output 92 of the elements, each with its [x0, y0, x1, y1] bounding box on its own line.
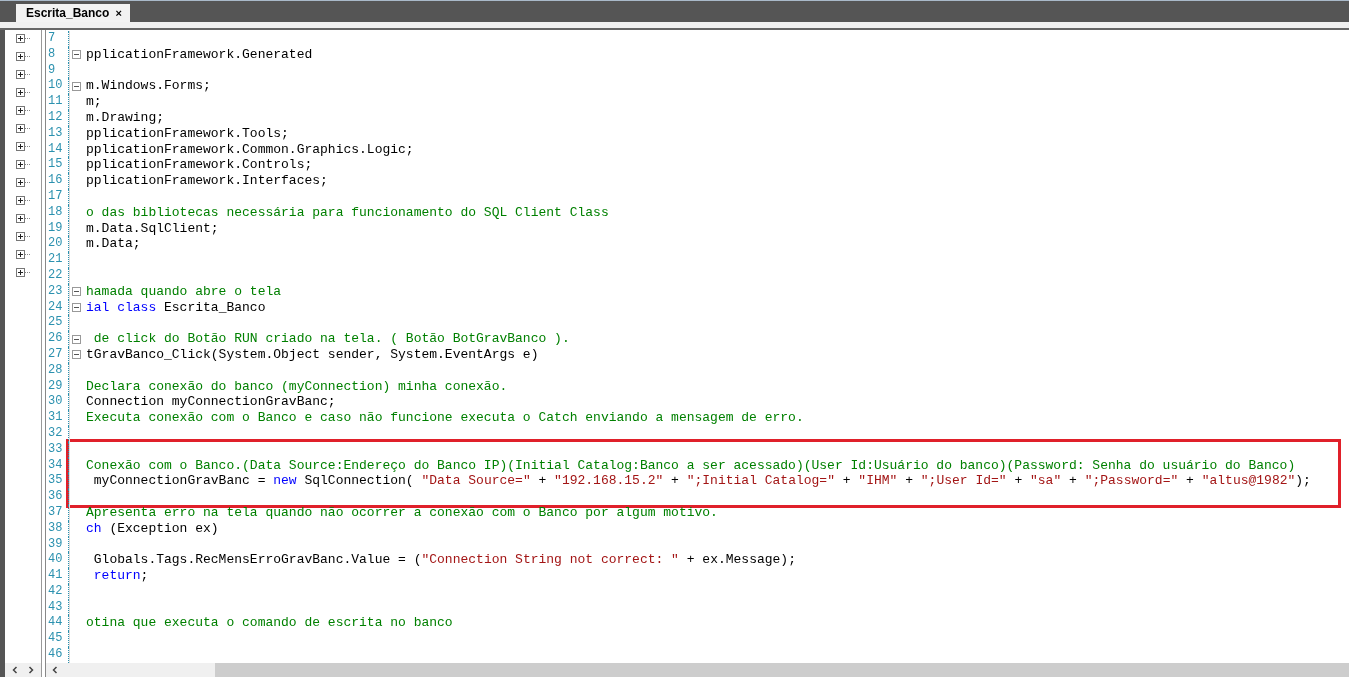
code-editor[interactable]: [45, 30, 1349, 677]
code-line: m.Windows.Forms;: [86, 78, 211, 95]
line-number: 16: [46, 173, 69, 189]
expand-icon[interactable]: [16, 70, 25, 79]
scroll-left-icon[interactable]: [50, 665, 60, 675]
code-line: Globals.Tags.RecMensErroGravBanc.Value = ("Connection String not correct: " + ex.Message);: [92, 552, 796, 569]
scroll-right-icon[interactable]: [26, 665, 36, 675]
code-line: return;: [92, 568, 149, 584]
code-line: m;: [86, 94, 102, 110]
code-line: otina que executa o comando de escrita no banco: [86, 615, 453, 632]
line-number: 31: [46, 410, 69, 426]
line-number: 8: [46, 46, 69, 63]
line-number: 22: [46, 267, 69, 284]
expand-icon[interactable]: [16, 34, 25, 43]
expand-icon[interactable]: [16, 250, 25, 259]
line-number: 11: [46, 94, 69, 110]
expand-icon[interactable]: [16, 178, 25, 187]
line-number: 13: [46, 125, 69, 142]
code-line: pplicationFramework.Interfaces;: [86, 173, 328, 189]
line-number: 39: [46, 536, 69, 553]
expand-icon[interactable]: [16, 88, 25, 97]
code-line: ch (Exception ex): [86, 520, 219, 537]
line-number: 36: [46, 489, 69, 505]
line-number: 19: [46, 220, 69, 237]
code-line: o das bibliotecas necessária para funcionamento do SQL Client Class: [86, 204, 609, 221]
line-number: 45: [46, 631, 69, 648]
code-line: Declara conexão do banco (myConnection) minha conexão.: [86, 378, 508, 395]
line-number: 38: [46, 520, 69, 537]
code-line: pplicationFramework.Tools;: [86, 125, 289, 142]
line-number: 30: [46, 394, 69, 411]
line-number: 26: [46, 331, 69, 347]
code-line: m.Drawing;: [86, 110, 164, 126]
line-number: 28: [46, 362, 69, 379]
scrollbar-thumb[interactable]: [215, 663, 1349, 677]
code-line: m.Data.SqlClient;: [86, 220, 219, 237]
expand-icon[interactable]: [16, 214, 25, 223]
line-number: 25: [46, 315, 69, 332]
expand-icon[interactable]: [16, 142, 25, 151]
expand-icon[interactable]: [16, 52, 25, 61]
line-number: 42: [46, 583, 69, 600]
line-number: 33: [46, 441, 69, 458]
line-number: 10: [46, 78, 69, 95]
scroll-left-icon[interactable]: [10, 665, 20, 675]
collapse-icon[interactable]: [72, 50, 81, 60]
line-number: 21: [46, 252, 69, 268]
code-line: Conexão com o Banco.(Data Source:Endereço do Banco IP)(Initial Catalog:Banco a ser acessado)(User Id:Usuário do banco)(Password: Senha do usuário do Banco): [86, 457, 1296, 474]
collapse-icon[interactable]: [72, 334, 81, 344]
code-line: Apresenta erro na tela quando não ocorrer a conexão com o Banco por algum motivo.: [86, 504, 718, 521]
line-number: 35: [46, 473, 69, 490]
line-number: 20: [46, 236, 69, 253]
editor-tab[interactable]: Escrita_Banco ×: [16, 4, 130, 22]
expand-icon[interactable]: [16, 196, 25, 205]
line-number: 32: [46, 425, 69, 442]
line-number: 7: [46, 31, 69, 47]
code-line: Executa conexão com o Banco e caso não funcione executa o Catch enviando a mensagem de erro.: [86, 410, 804, 426]
line-number: 34: [46, 457, 69, 474]
line-number: 14: [46, 141, 69, 158]
code-line: hamada quando abre o tela: [86, 283, 282, 300]
line-number: 9: [46, 62, 69, 79]
line-number: 43: [46, 599, 69, 616]
line-number: 15: [46, 157, 69, 174]
line-number: 18: [46, 204, 69, 221]
code-line: pplicationFramework.Controls;: [86, 157, 313, 174]
line-number: 23: [46, 283, 69, 300]
line-number: 29: [46, 378, 69, 395]
collapse-icon[interactable]: [72, 287, 81, 297]
code-line: m.Data;: [86, 236, 141, 253]
code-line: pplicationFramework.Generated: [86, 46, 313, 63]
expand-icon[interactable]: [16, 124, 25, 133]
line-number: 27: [46, 346, 69, 363]
code-line: de click do Botão RUN criado na tela. ( Botão BotGravBanco ).: [92, 331, 570, 347]
code-line: myConnectionGravBanc = new SqlConnection( "Data Source=" + "192.168.15.2" + ";Initial Catalog=" + "IHM" + ";User Id=" + "sa" + ";Password=" + "altus@1982");: [92, 473, 1311, 490]
code-line: Connection myConnectionGravBanc;: [86, 394, 336, 411]
line-number: 17: [46, 188, 69, 205]
line-number: 12: [46, 110, 69, 126]
expand-icon[interactable]: [16, 232, 25, 241]
code-line: ial class Escrita_Banco: [86, 299, 266, 316]
collapse-icon[interactable]: [72, 302, 81, 312]
collapse-icon[interactable]: [72, 81, 81, 91]
line-number: 40: [46, 552, 69, 569]
line-number: 46: [46, 647, 69, 663]
expand-icon[interactable]: [16, 106, 25, 115]
line-number: 37: [46, 504, 69, 521]
expand-icon[interactable]: [16, 160, 25, 169]
collapse-icon[interactable]: [72, 350, 81, 360]
line-number: 41: [46, 568, 69, 584]
code-line: tGravBanco_Click(System.Object sender, System.EventArgs e): [86, 346, 539, 363]
close-icon[interactable]: ×: [115, 7, 122, 19]
code-line: pplicationFramework.Common.Graphics.Logic;: [86, 141, 414, 158]
expand-icon[interactable]: [16, 268, 25, 277]
line-number: 44: [46, 615, 69, 632]
line-number: 24: [46, 299, 69, 316]
